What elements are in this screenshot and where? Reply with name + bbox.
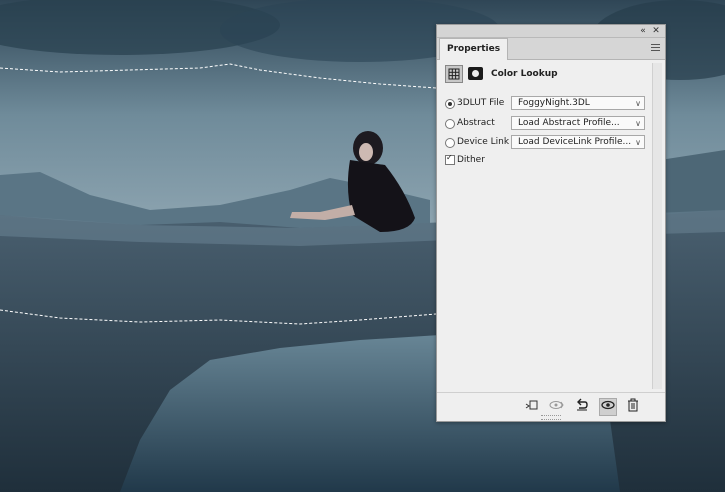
panel-menu-icon[interactable] (651, 44, 660, 52)
panel-tab-row: Properties (437, 38, 665, 60)
tab-properties[interactable]: Properties (439, 38, 509, 60)
clip-to-layer-icon[interactable] (523, 398, 541, 416)
select-value: Load Abstract Profile... (518, 118, 620, 128)
layer-mask-icon[interactable] (468, 67, 483, 80)
grid-icon (448, 68, 460, 80)
resize-grip[interactable] (541, 415, 561, 420)
adjustment-title: Color Lookup (491, 69, 558, 79)
radio-device-link[interactable] (445, 138, 455, 148)
adjustment-header: Color Lookup (445, 65, 655, 85)
visibility-eye-icon[interactable] (599, 398, 617, 416)
color-lookup-adjustment-icon[interactable] (445, 65, 463, 83)
trash-icon[interactable] (624, 398, 642, 416)
option-row-abstract[interactable]: Abstract Load Abstract Profile... ∨ (445, 116, 655, 132)
option-row-device-link[interactable]: Device Link Load DeviceLink Profile... ∨ (445, 135, 655, 151)
chevron-down-icon: ∨ (635, 138, 641, 147)
select-abstract-profile[interactable]: Load Abstract Profile... ∨ (511, 116, 645, 130)
reset-icon[interactable] (573, 398, 591, 416)
radio-3dlut[interactable] (445, 99, 455, 109)
panel-title-bar[interactable]: « ✕ (437, 25, 665, 38)
select-devicelink-profile[interactable]: Load DeviceLink Profile... ∨ (511, 135, 645, 149)
option-row-dither[interactable]: Dither (445, 153, 655, 169)
option-label: 3DLUT File (457, 98, 505, 108)
collapse-icon[interactable]: « (637, 25, 649, 37)
select-3dlut-file[interactable]: FoggyNight.3DL ∨ (511, 96, 645, 110)
chevron-down-icon: ∨ (635, 119, 641, 128)
option-label: Device Link (457, 137, 510, 147)
properties-panel[interactable]: « ✕ Properties Color Lookup 3DLUT File F… (436, 24, 666, 422)
panel-footer-toolbar (437, 392, 665, 421)
dither-checkbox[interactable] (445, 153, 455, 165)
close-icon[interactable]: ✕ (650, 25, 662, 37)
option-row-3dlut[interactable]: 3DLUT File FoggyNight.3DL ∨ (445, 96, 655, 112)
select-value: Load DeviceLink Profile... (518, 137, 632, 147)
select-value: FoggyNight.3DL (518, 98, 590, 108)
chevron-down-icon: ∨ (635, 99, 641, 108)
panel-scrollbar[interactable] (652, 63, 662, 389)
radio-abstract[interactable] (445, 119, 455, 129)
view-previous-state-icon[interactable] (548, 398, 566, 416)
dither-label: Dither (457, 155, 485, 165)
option-label: Abstract (457, 118, 495, 128)
